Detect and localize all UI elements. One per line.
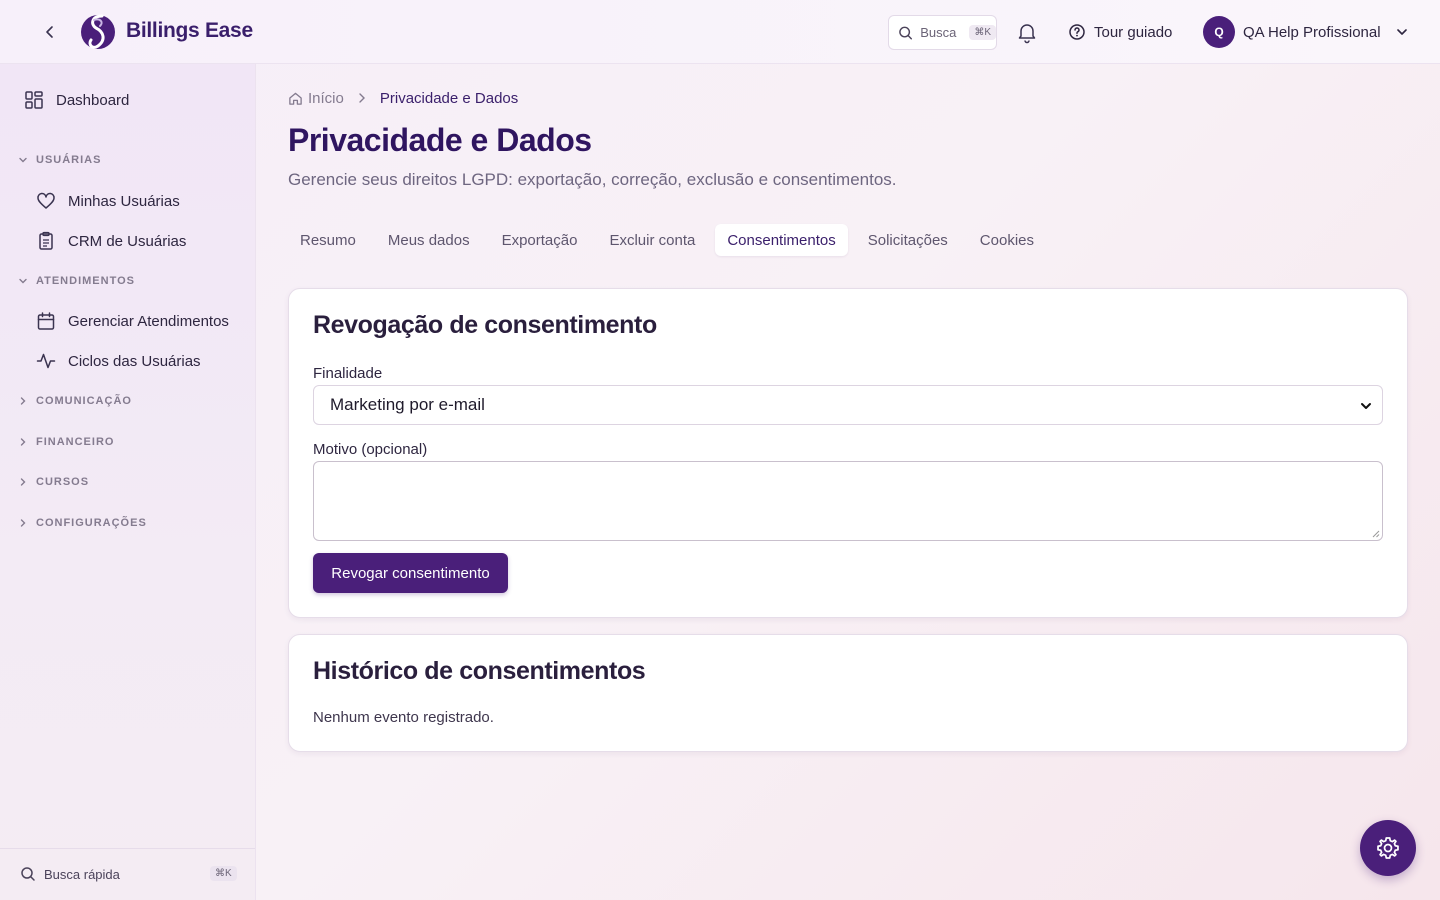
revocation-title: Revogação de consentimento — [313, 311, 657, 339]
purpose-label: Finalidade — [313, 365, 383, 382]
quick-search-label: Busca rápida — [44, 866, 120, 882]
activity-icon — [36, 353, 56, 369]
gear-icon — [1377, 837, 1399, 859]
search-icon — [21, 867, 35, 881]
chevron-down-icon — [19, 157, 27, 163]
sidebar-group-usuarias[interactable]: USUÁRIAS — [18, 152, 101, 168]
chevron-right-icon — [20, 438, 26, 446]
purpose-select[interactable]: Marketing por e-mail — [313, 385, 1383, 425]
tab-bar: Resumo Meus dados Exportação Excluir con… — [288, 224, 1054, 256]
sidebar-group-configuracoes[interactable]: CONFIGURAÇÕES — [18, 515, 147, 531]
breadcrumb-current: Privacidade e Dados — [379, 89, 519, 107]
settings-fab[interactable] — [1360, 820, 1416, 876]
chevron-left-icon — [46, 26, 53, 38]
sidebar-item-dashboard[interactable]: Dashboard — [24, 88, 129, 112]
sidebar-group-label: COMUNICAÇÃO — [36, 395, 132, 407]
resize-grip-icon[interactable] — [1372, 530, 1380, 538]
guided-tour-label: Tour guiado — [1094, 23, 1173, 41]
calendar-icon — [37, 312, 55, 330]
sidebar-group-label: CONFIGURAÇÕES — [36, 517, 147, 529]
search-label: Busca — [920, 25, 957, 40]
brand-name: Billings Ease — [126, 19, 253, 42]
sidebar-item-label: Ciclos das Usuárias — [68, 352, 201, 370]
sidebar-item-label: CRM de Usuárias — [68, 232, 187, 250]
sidebar-item-label: Minhas Usuárias — [68, 192, 180, 210]
chevron-right-icon — [20, 519, 26, 527]
tab-solicitacoes[interactable]: Solicitações — [856, 224, 960, 256]
search-icon — [899, 26, 913, 39]
brand-logo — [81, 14, 115, 49]
purpose-select-value: Marketing por e-mail — [330, 395, 485, 414]
reason-label: Motivo (opcional) — [313, 441, 428, 458]
reason-textarea[interactable] — [313, 461, 1383, 541]
chevron-down-icon — [1361, 403, 1371, 409]
chevron-down-icon — [19, 278, 27, 284]
tab-resumo[interactable]: Resumo — [288, 224, 368, 256]
search-shortcut: ⌘K — [969, 25, 996, 40]
tab-excluir-conta[interactable]: Excluir conta — [597, 224, 707, 256]
search-button[interactable]: Busca ⌘K — [888, 15, 997, 50]
quick-search-shortcut: ⌘K — [210, 866, 237, 881]
breadcrumb-home-label: Início — [308, 89, 344, 107]
chevron-right-icon — [359, 93, 365, 103]
bell-icon — [1018, 24, 1036, 44]
heart-icon — [37, 192, 55, 209]
page-title: Privacidade e Dados — [288, 122, 592, 158]
sidebar-group-comunicacao[interactable]: COMUNICAÇÃO — [18, 393, 132, 409]
sidebar-group-financeiro[interactable]: FINANCEIRO — [18, 434, 114, 450]
revoke-consent-button[interactable]: Revogar consentimento — [313, 553, 508, 593]
sidebar-group-label: FINANCEIRO — [36, 436, 115, 448]
help-circle-icon — [1069, 24, 1085, 40]
tab-meus-dados[interactable]: Meus dados — [376, 224, 482, 256]
sidebar: Dashboard USUÁRIAS Minhas Usuárias CRM d… — [0, 64, 256, 900]
history-title: Histórico de consentimentos — [313, 657, 646, 685]
quick-search-button[interactable]: Busca rápida — [20, 866, 120, 882]
sidebar-group-atendimentos[interactable]: ATENDIMENTOS — [18, 273, 135, 289]
revocation-card: Revogação de consentimento Finalidade Ma… — [288, 288, 1408, 618]
tab-cookies[interactable]: Cookies — [968, 224, 1046, 256]
sidebar-item-gerenciar-atendimentos[interactable]: Gerenciar Atendimentos — [36, 309, 229, 333]
chevron-right-icon — [20, 478, 26, 486]
sidebar-item-label: Dashboard — [56, 91, 130, 109]
user-menu[interactable]: Q QA Help Profissional — [1203, 16, 1409, 48]
user-name: QA Help Profissional — [1243, 23, 1381, 41]
sidebar-footer: Busca rápida ⌘K — [0, 848, 255, 900]
sidebar-group-label: USUÁRIAS — [36, 154, 102, 166]
avatar: Q — [1203, 16, 1235, 48]
guided-tour-button[interactable]: Tour guiado — [1068, 20, 1172, 44]
tab-exportacao[interactable]: Exportação — [490, 224, 590, 256]
history-empty-message: Nenhum evento registrado. — [313, 709, 494, 726]
breadcrumb-home[interactable]: Início — [288, 90, 344, 107]
sidebar-group-label: ATENDIMENTOS — [36, 275, 135, 287]
notifications-button[interactable] — [1015, 20, 1039, 44]
chevron-right-icon — [20, 397, 26, 405]
grid-icon — [25, 91, 43, 109]
sidebar-item-minhas-usuarias[interactable]: Minhas Usuárias — [36, 189, 180, 213]
sidebar-group-cursos[interactable]: CURSOS — [18, 474, 89, 490]
clipboard-icon — [39, 231, 53, 250]
tab-consentimentos[interactable]: Consentimentos — [715, 224, 848, 256]
sidebar-item-ciclos-usuarias[interactable]: Ciclos das Usuárias — [36, 349, 201, 373]
sidebar-item-crm-usuarias[interactable]: CRM de Usuárias — [36, 229, 186, 253]
history-card: Histórico de consentimentos Nenhum event… — [288, 634, 1408, 752]
top-header: Billings Ease Busca ⌘K Tour guiado Q QA … — [0, 0, 1440, 64]
sidebar-group-label: CURSOS — [36, 476, 90, 488]
home-icon — [289, 92, 302, 105]
sidebar-item-label: Gerenciar Atendimentos — [68, 312, 229, 330]
back-button[interactable] — [38, 20, 62, 44]
breadcrumb: Início Privacidade e Dados — [288, 88, 518, 108]
page-subtitle: Gerencie seus direitos LGPD: exportação,… — [288, 170, 897, 189]
chevron-down-icon — [1396, 29, 1407, 35]
